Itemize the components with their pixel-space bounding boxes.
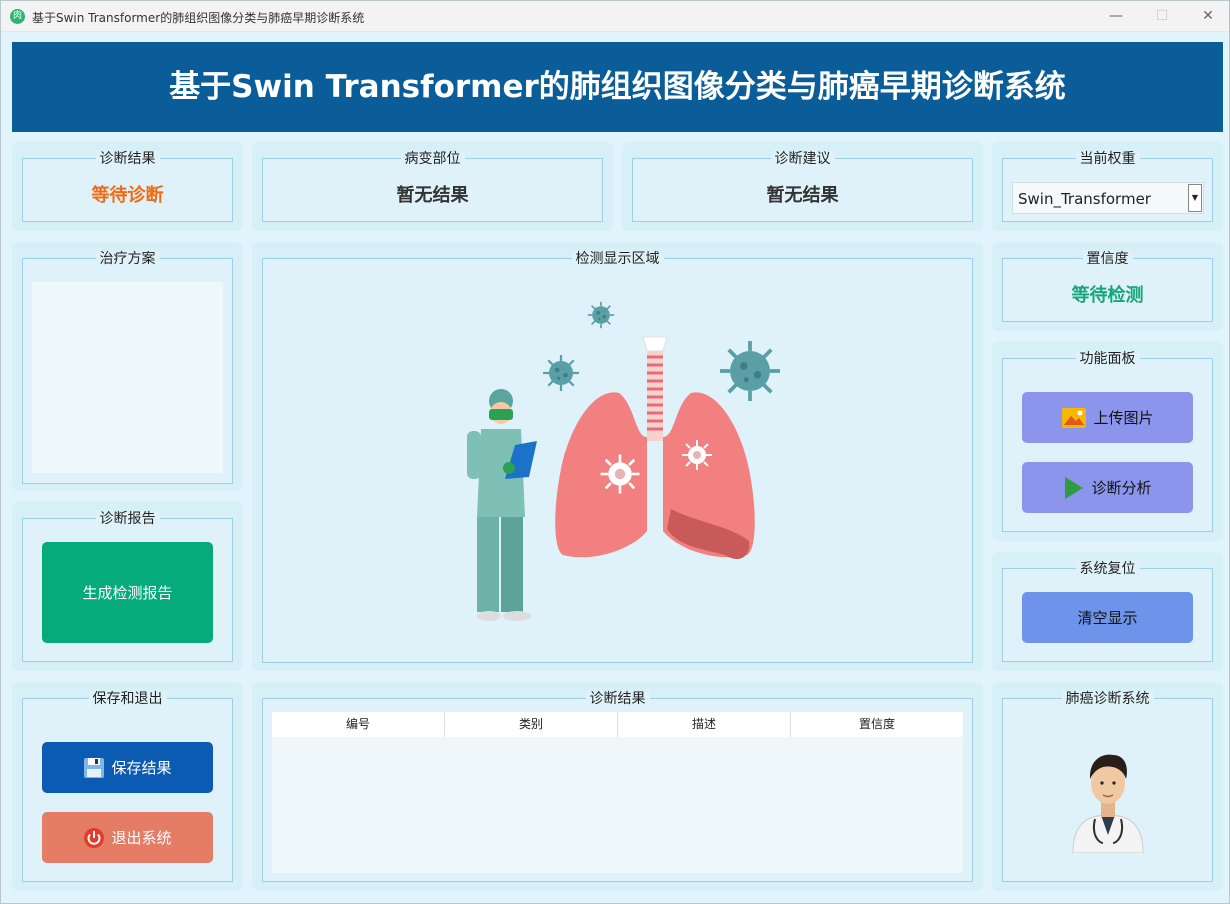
brand-panel: 肺癌诊断系统 <box>992 682 1223 891</box>
treatment-label: 治疗方案 <box>95 251 160 267</box>
treatment-panel: 治疗方案 <box>12 242 243 491</box>
doctor-avatar <box>1072 754 1144 853</box>
app-icon: 肉 <box>10 9 25 24</box>
brand-group: 肺癌诊断系统 <box>1002 691 1213 882</box>
chevron-down-icon[interactable]: ▼ <box>1188 184 1202 212</box>
weight-group: 当前权重 Swin_Transformer ▼ <box>1002 151 1213 222</box>
analyze-label: 诊断分析 <box>1091 479 1152 497</box>
treatment-group: 治疗方案 <box>22 251 233 484</box>
app-window: 肉 基于Swin Transformer的肺组织图像分类与肺癌早期诊断系统 — … <box>0 0 1230 904</box>
analyze-button[interactable]: 诊断分析 <box>1022 462 1193 513</box>
diagnosis-advice-label: 诊断建议 <box>770 151 835 167</box>
lesion-site-value: 暂无结果 <box>396 185 469 206</box>
maximize-button[interactable]: ☐ <box>1139 1 1185 32</box>
confidence-label: 置信度 <box>1082 251 1133 267</box>
report-label: 诊断报告 <box>95 511 160 527</box>
confidence-group: 置信度 等待检测 <box>1002 251 1213 322</box>
report-group: 诊断报告 生成检测报告 <box>22 511 233 662</box>
diagnosis-advice-group: 诊断建议 暂无结果 <box>632 151 973 222</box>
image-icon <box>1062 407 1087 428</box>
report-panel: 诊断报告 生成检测报告 <box>12 502 243 671</box>
function-group: 功能面板 上传图片 诊断分析 <box>1002 351 1213 532</box>
floppy-disk-icon <box>84 757 105 778</box>
save-exit-panel: 保存和退出 保存结果 退出系统 <box>12 682 243 891</box>
column-header-description[interactable]: 描述 <box>618 712 791 737</box>
reset-panel: 系统复位 清空显示 <box>992 552 1223 671</box>
weight-select[interactable]: Swin_Transformer ▼ <box>1012 182 1204 214</box>
results-label: 诊断结果 <box>585 691 650 707</box>
power-icon <box>84 827 105 848</box>
results-panel: 诊断结果 编号 类别 描述 置信度 <box>252 682 983 891</box>
function-label: 功能面板 <box>1075 351 1140 367</box>
save-exit-group: 保存和退出 保存结果 退出系统 <box>22 691 233 882</box>
clear-display-button[interactable]: 清空显示 <box>1022 592 1193 643</box>
results-group: 诊断结果 编号 类别 描述 置信度 <box>262 691 973 882</box>
reset-group: 系统复位 清空显示 <box>1002 561 1213 662</box>
display-panel: 检测显示区域 <box>252 242 983 671</box>
close-button[interactable]: ✕ <box>1185 1 1230 32</box>
diagnosis-advice-value: 暂无结果 <box>766 185 839 206</box>
lesion-site-panel: 病变部位 暂无结果 <box>252 142 613 231</box>
column-header-category[interactable]: 类别 <box>445 712 618 737</box>
diagnosis-result-group: 诊断结果 等待诊断 <box>22 151 233 222</box>
upload-image-label: 上传图片 <box>1093 409 1154 427</box>
brand-label: 肺癌诊断系统 <box>1061 691 1154 707</box>
diagnosis-result-value: 等待诊断 <box>91 185 164 206</box>
diagnosis-result-panel: 诊断结果 等待诊断 <box>12 142 243 231</box>
lung-illustration <box>467 300 782 621</box>
weight-select-value: Swin_Transformer <box>1018 190 1151 208</box>
column-header-confidence[interactable]: 置信度 <box>791 712 963 737</box>
weight-panel: 当前权重 Swin_Transformer ▼ <box>992 142 1223 231</box>
results-table[interactable]: 编号 类别 描述 置信度 <box>272 712 963 873</box>
window-title: 基于Swin Transformer的肺组织图像分类与肺癌早期诊断系统 <box>32 11 365 25</box>
function-panel: 功能面板 上传图片 诊断分析 <box>992 342 1223 541</box>
weight-label: 当前权重 <box>1075 151 1140 167</box>
reset-label: 系统复位 <box>1075 561 1140 577</box>
column-header-id[interactable]: 编号 <box>272 712 445 737</box>
exit-system-label: 退出系统 <box>111 829 172 847</box>
minimize-button[interactable]: — <box>1093 1 1139 32</box>
upload-image-button[interactable]: 上传图片 <box>1022 392 1193 443</box>
exit-system-button[interactable]: 退出系统 <box>42 812 213 863</box>
diagnosis-advice-panel: 诊断建议 暂无结果 <box>622 142 983 231</box>
page-title: 基于Swin Transformer的肺组织图像分类与肺癌早期诊断系统 <box>12 42 1223 132</box>
title-bar: 肉 基于Swin Transformer的肺组织图像分类与肺癌早期诊断系统 — … <box>1 1 1229 32</box>
clear-display-label: 清空显示 <box>1077 609 1138 627</box>
play-icon <box>1065 476 1084 499</box>
generate-report-label: 生成检测报告 <box>82 584 173 602</box>
save-result-button[interactable]: 保存结果 <box>42 742 213 793</box>
save-result-label: 保存结果 <box>111 759 172 777</box>
save-exit-label: 保存和退出 <box>88 691 167 707</box>
confidence-value: 等待检测 <box>1071 285 1144 306</box>
lesion-site-group: 病变部位 暂无结果 <box>262 151 603 222</box>
table-header: 编号 类别 描述 置信度 <box>272 712 963 737</box>
confidence-panel: 置信度 等待检测 <box>992 242 1223 331</box>
diagnosis-result-label: 诊断结果 <box>95 151 160 167</box>
display-group: 检测显示区域 <box>262 251 973 663</box>
lesion-site-label: 病变部位 <box>400 151 465 167</box>
generate-report-button[interactable]: 生成检测报告 <box>42 542 213 643</box>
treatment-textbox[interactable] <box>32 282 223 473</box>
